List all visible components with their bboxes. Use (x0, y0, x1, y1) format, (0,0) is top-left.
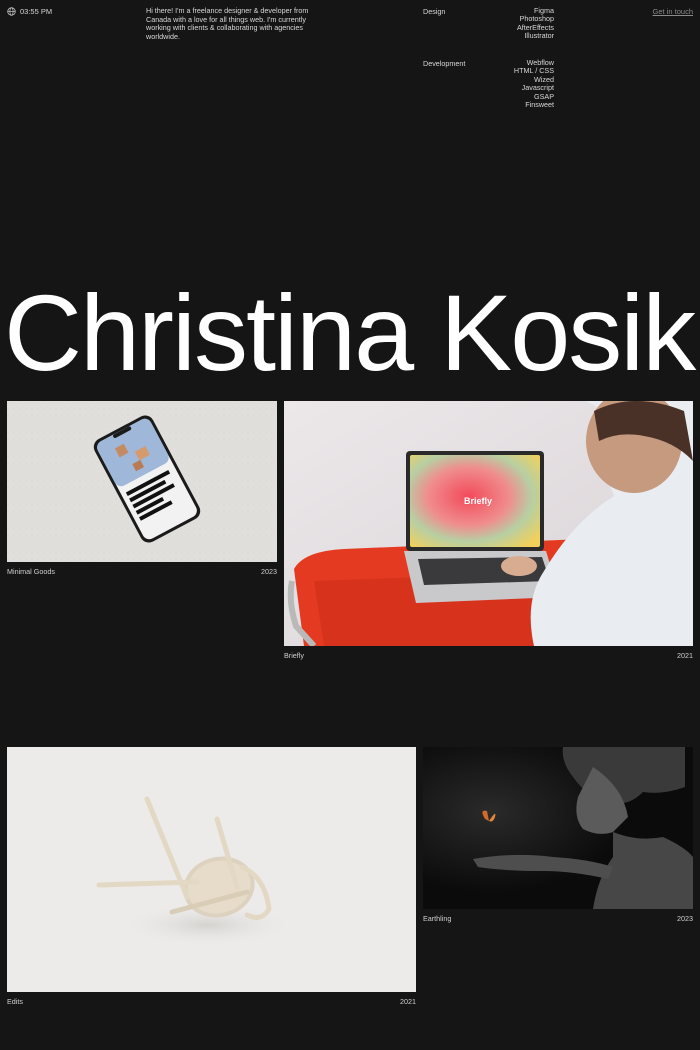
chair-object-image (7, 747, 416, 992)
local-time: 03:55 PM (7, 7, 52, 16)
skill-item: Illustrator (524, 31, 554, 41)
skills-development-list: Webflow HTML / CSS Wized Javascript GSAP… (514, 58, 554, 110)
portfolio-page: 03:55 PM Hi there! I'm a freelance desig… (0, 0, 700, 1050)
project-thumbnail[interactable] (423, 747, 693, 909)
project-card-edits[interactable]: Edits 2021 (7, 747, 416, 1009)
project-title: Briefly (284, 651, 304, 660)
project-year: 2021 (400, 997, 416, 1006)
project-thumbnail[interactable] (7, 401, 277, 562)
project-year: 2023 (677, 914, 693, 923)
phone-mockup-image (7, 401, 277, 562)
skills-development-label: Development (423, 59, 466, 68)
project-year: 2021 (677, 651, 693, 660)
project-card-minimal-goods[interactable]: Minimal Goods 2023 (7, 401, 277, 581)
project-card-earthling[interactable]: Earthling 2023 (423, 747, 693, 927)
globe-icon (7, 7, 16, 16)
get-in-touch-link[interactable]: Get in touch (653, 7, 693, 16)
time-text: 03:55 PM (20, 7, 53, 16)
project-title: Edits (7, 997, 23, 1006)
project-title: Earthling (423, 914, 452, 923)
laptop-scene-image (284, 401, 693, 646)
skill-item: Finsweet (525, 100, 554, 110)
skills-design-list: Figma Photoshop AfterEffects Illustrator (517, 6, 554, 41)
statue-butterfly-image (423, 747, 693, 909)
project-thumbnail[interactable] (7, 747, 416, 992)
project-title: Minimal Goods (7, 567, 55, 576)
laptop-screen-brand: Briefly (464, 496, 493, 506)
hero-name: Christina Kosik (4, 272, 696, 393)
project-thumbnail[interactable]: Briefly (284, 401, 693, 646)
project-card-briefly[interactable]: Briefly Briefly 2021 (284, 401, 693, 663)
intro-text: Hi there! I'm a freelance designer & dev… (146, 6, 309, 41)
project-year: 2023 (261, 567, 277, 576)
skills-design-label: Design (423, 7, 446, 16)
